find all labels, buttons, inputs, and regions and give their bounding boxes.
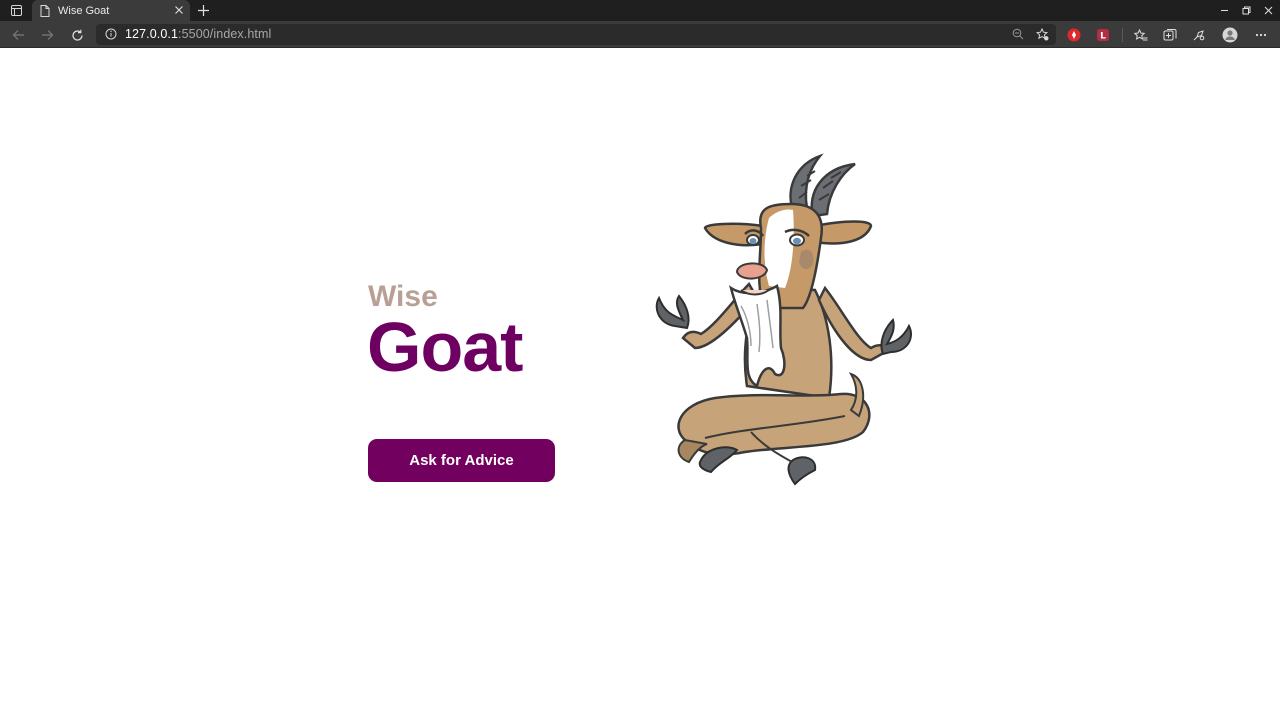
tab-active[interactable]: Wise Goat [32,0,190,21]
tab-close-button[interactable] [172,3,186,17]
zoom-button[interactable] [1008,24,1028,44]
profile-icon [1222,27,1238,43]
zoom-icon [1012,28,1024,40]
restore-icon [1242,6,1250,15]
profile-button[interactable] [1220,25,1240,45]
add-favorite-button[interactable] [1032,24,1052,44]
extension-button-pink[interactable]: L [1093,25,1113,45]
reload-button[interactable] [66,24,88,46]
url-path: :5500/index.html [178,27,272,41]
plus-icon [197,4,209,16]
collections-button[interactable] [1160,25,1180,45]
favorite-add-icon [1035,27,1048,40]
tab-title: Wise Goat [58,4,110,17]
tab-actions-icon [10,5,22,16]
address-bar[interactable]: 127.0.0.1:5500/index.html [96,24,1056,45]
info-icon [105,28,117,40]
page-content: Wise Goat Ask for Advice [0,48,1280,702]
back-button[interactable] [7,24,29,46]
forward-icon [41,30,53,40]
extension-icon: L [1097,29,1109,42]
new-tab-button[interactable] [194,1,212,19]
collections-icon [1163,29,1177,41]
extension-button-red[interactable] [1064,25,1084,45]
extensions-button[interactable] [1189,25,1209,45]
hero-title: Goat [367,308,523,386]
favorites-icon [1134,28,1148,40]
close-window-button[interactable] [1257,0,1279,21]
svg-text:L: L [1100,32,1106,42]
more-icon [1255,33,1267,37]
tab-actions-button[interactable] [0,0,32,21]
browser-toolbar: 127.0.0.1:5500/index.html L [0,21,1280,48]
close-icon [175,6,183,14]
extension-icon [1067,28,1081,42]
minimize-icon [1220,10,1228,11]
back-icon [12,30,24,40]
meditating-goat-illustration [655,153,912,486]
minimize-button[interactable] [1213,0,1235,21]
forward-button[interactable] [36,24,58,46]
more-button[interactable] [1251,25,1271,45]
ask-for-advice-button[interactable]: Ask for Advice [368,439,555,482]
restore-button[interactable] [1235,0,1257,21]
url-text: 127.0.0.1:5500/index.html [125,27,271,41]
toolbar-divider [1122,28,1123,42]
page-icon [40,4,50,17]
url-host: 127.0.0.1 [125,27,179,41]
close-window-icon [1264,6,1272,15]
tab-strip: Wise Goat [0,0,1280,21]
favorites-button[interactable] [1131,25,1151,45]
reload-icon [71,29,83,41]
extensions-icon [1193,30,1205,41]
